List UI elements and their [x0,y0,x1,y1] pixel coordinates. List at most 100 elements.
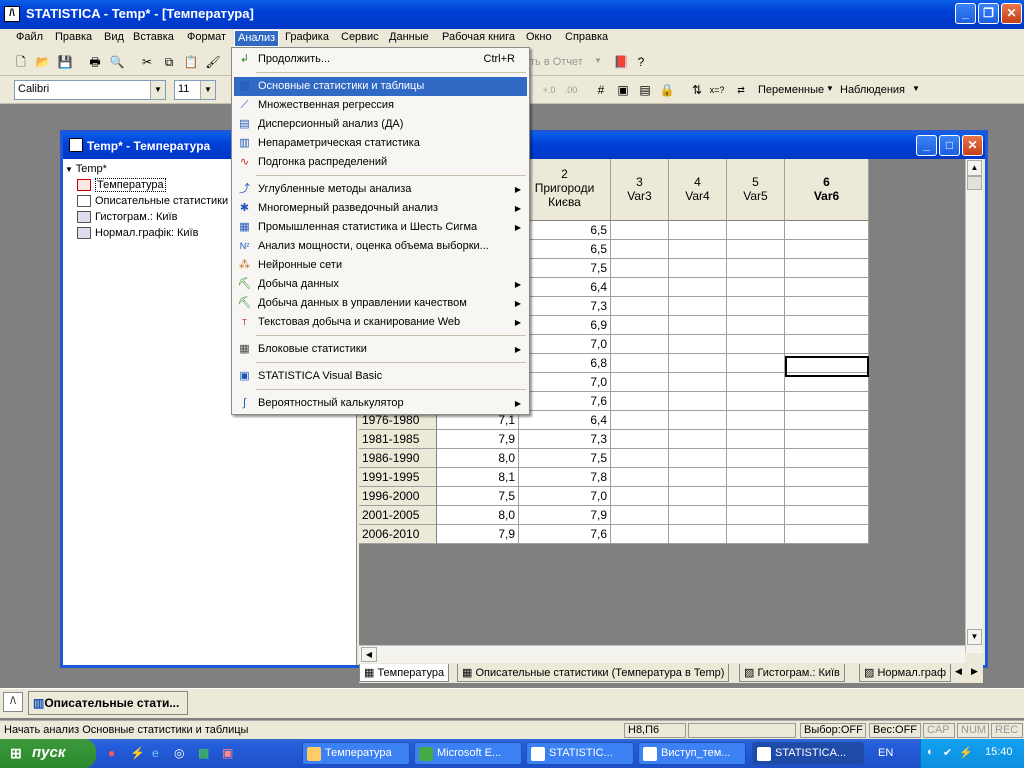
browser-icon[interactable]: ◎ [174,746,184,760]
paste-icon[interactable]: 📋 [182,53,200,71]
table-cell[interactable]: 7,9 [519,506,611,525]
opera-icon[interactable]: ● [108,746,115,760]
menu-item-regression[interactable]: ⟋ Множественная регрессия [234,96,527,115]
table-cell[interactable] [611,297,669,316]
table-cell[interactable]: 6,5 [519,240,611,259]
table-cell[interactable] [611,449,669,468]
menu-help[interactable]: Справка [565,31,608,43]
menu-item-distribution-fitting[interactable]: ∿ Подгонка распределений [234,153,527,172]
column-header-2[interactable]: 2 Пригороди Києва [519,159,611,221]
table-cell[interactable] [785,240,869,259]
table-cell[interactable] [611,392,669,411]
table-cell[interactable] [611,316,669,335]
table-cell[interactable]: 7,3 [519,297,611,316]
table-cell[interactable] [611,240,669,259]
table-cell[interactable] [611,335,669,354]
table-cell[interactable]: 6,4 [519,278,611,297]
table-cell[interactable] [785,392,869,411]
menu-item-industrial[interactable]: ▦ Промышленная статистика и Шесть Сигма ▶ [234,218,527,237]
table-cell[interactable] [727,278,785,297]
clock[interactable]: 15:40 [985,746,1013,758]
table-cell[interactable]: 6,8 [519,354,611,373]
doc-minimize-button[interactable]: _ [916,135,937,156]
table-cell[interactable] [669,468,727,487]
table-cell[interactable] [727,468,785,487]
task-vystup[interactable]: Виступ_тем... [638,742,746,765]
tab-scroll-left-icon[interactable]: ◀ [955,666,962,677]
status-weight[interactable]: Вес:OFF [869,723,921,738]
table-cell[interactable] [727,221,785,240]
table-cell[interactable] [669,449,727,468]
table-cell[interactable] [669,506,727,525]
tab-temperature[interactable]: ▦ Температура [359,664,450,682]
font-combo[interactable]: Calibri ▼ [14,80,166,100]
statistica-logo-icon[interactable]: /\ [3,692,23,712]
table-cell[interactable]: 7,9 [437,430,519,449]
table-cell[interactable] [669,487,727,506]
restore-button[interactable]: ❐ [978,3,999,24]
table-cell[interactable] [669,525,727,544]
powerpoint-icon[interactable]: ▣ [222,746,233,760]
variables-button[interactable]: Переменные [758,84,824,96]
column-header-4[interactable]: 4 Var4 [669,159,727,221]
menu-item-block-stats[interactable]: ▦ Блоковые статистики ▶ [234,340,527,359]
scroll-down-icon[interactable]: ▼ [967,629,982,645]
column-header-5[interactable]: 5 Var5 [727,159,785,221]
table-cell[interactable] [785,487,869,506]
decrease-decimal-icon[interactable]: .00 [562,81,580,99]
menu-item-anova[interactable]: ▤ Дисперсионный анализ (ДА) [234,115,527,134]
language-indicator[interactable]: EN [878,747,893,759]
table-cell[interactable]: 7,5 [519,449,611,468]
table-cell[interactable] [785,335,869,354]
menu-graphics[interactable]: Графика [285,31,329,43]
menu-analysis[interactable]: Анализ [234,30,280,47]
table-cell[interactable] [669,354,727,373]
format-painter-icon[interactable]: 🖌 [204,53,222,71]
table-cell[interactable] [669,316,727,335]
tray-icon[interactable]: ✔ [943,746,952,759]
scroll-left-icon[interactable]: ◀ [361,647,377,662]
table-cell[interactable] [727,297,785,316]
table-cell[interactable]: 7,5 [437,487,519,506]
vertical-scrollbar[interactable]: ▲ ▼ [965,159,983,653]
table-cell[interactable] [611,221,669,240]
table-cell[interactable] [611,430,669,449]
tray-icon[interactable]: ⚡ [959,746,973,759]
tree-item-temperature[interactable]: Температура [77,178,166,192]
menu-edit[interactable]: Правка [55,31,92,43]
table-cell[interactable] [611,468,669,487]
vars-icon[interactable]: ▤ [636,81,654,99]
new-icon[interactable]: 🗋 [12,53,30,71]
tab-scroll-right-icon[interactable]: ▶ [971,666,978,677]
table-cell[interactable] [669,259,727,278]
column-header-3[interactable]: 3 Var3 [611,159,669,221]
table-cell[interactable] [727,354,785,373]
minimized-window-descriptive[interactable]: ▥Описательные стати... [28,691,188,715]
task-statistica-word[interactable]: STATISTIC... [526,742,634,765]
table-cell[interactable] [785,449,869,468]
size-combo[interactable]: 11 ▼ [174,80,216,100]
table-cell[interactable] [611,525,669,544]
doc-maximize-button[interactable]: □ [939,135,960,156]
save-icon[interactable]: 💾 [56,53,74,71]
menu-item-advanced[interactable]: ⤴ Углубленные методы анализа ▶ [234,180,527,199]
table-cell[interactable] [669,430,727,449]
copy-icon[interactable]: ⧉ [160,53,178,71]
table-cell[interactable] [611,278,669,297]
menu-item-power-analysis[interactable]: N² Анализ мощности, оценка объема выборки… [234,237,527,256]
table-cell[interactable] [611,487,669,506]
tab-descriptive[interactable]: ▦ Описательные статистики (Температура в… [457,664,730,682]
table-cell[interactable]: 7,5 [519,259,611,278]
menu-item-quality-mining[interactable]: ⛏ Добыча данных в управлении качеством ▶ [234,294,527,313]
table-cell[interactable] [611,506,669,525]
increase-decimal-icon[interactable]: +.0 [540,81,558,99]
table-cell[interactable]: 6,4 [519,411,611,430]
table-cell[interactable] [727,316,785,335]
table-cell[interactable] [785,221,869,240]
menu-item-text-mining[interactable]: T Текстовая добыча и сканирование Web ▶ [234,313,527,332]
tray-icon[interactable]: ◐ [927,746,934,758]
table-cell[interactable] [669,392,727,411]
row-header[interactable]: 1981-1985 [359,430,437,449]
open-icon[interactable]: 📂 [34,53,52,71]
table-cell[interactable] [611,411,669,430]
